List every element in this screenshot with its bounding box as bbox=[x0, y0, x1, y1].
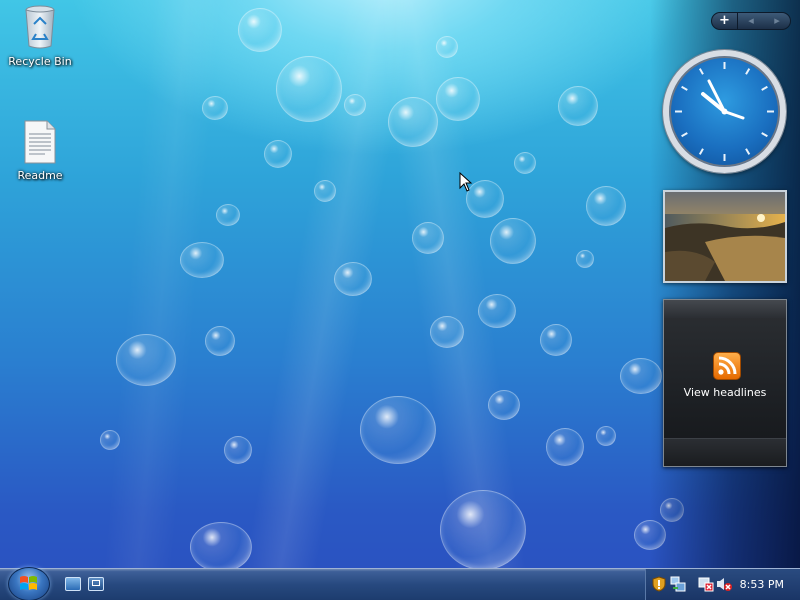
desktop-icon-label: Recycle Bin bbox=[8, 55, 72, 68]
mouse-pointer-icon bbox=[459, 171, 473, 196]
view-headlines-link[interactable]: View headlines bbox=[664, 386, 786, 399]
switch-windows-icon[interactable] bbox=[88, 577, 104, 591]
clock-face bbox=[675, 62, 774, 161]
desktop-icon-readme[interactable]: Readme bbox=[5, 120, 75, 182]
slide-show-gadget[interactable] bbox=[663, 190, 787, 283]
show-desktop-icon[interactable] bbox=[65, 577, 81, 591]
previous-gadget-page-button[interactable]: ◂ bbox=[738, 13, 764, 29]
add-gadget-button[interactable]: + bbox=[712, 13, 738, 29]
feed-headlines-gadget[interactable]: View headlines bbox=[663, 299, 787, 467]
desktop-icon-label: Readme bbox=[17, 169, 63, 182]
volume-muted-icon[interactable] bbox=[716, 576, 732, 596]
rss-feed-icon bbox=[713, 352, 741, 380]
next-gadget-page-button[interactable]: ▸ bbox=[764, 13, 790, 29]
slideshow-photo bbox=[665, 192, 785, 281]
taskbar-clock[interactable]: 8:53 PM bbox=[740, 578, 784, 591]
network-icon[interactable] bbox=[670, 576, 686, 596]
text-document-icon bbox=[5, 120, 75, 167]
recycle-bin-icon bbox=[5, 4, 75, 53]
desktop-icon-recycle-bin[interactable]: Recycle Bin bbox=[5, 4, 75, 68]
power-icon[interactable] bbox=[698, 576, 714, 596]
notification-area: 8:53 PM bbox=[645, 569, 800, 600]
windows-logo-icon bbox=[20, 576, 37, 590]
security-shield-icon[interactable] bbox=[652, 576, 666, 596]
start-button[interactable] bbox=[8, 567, 50, 600]
clock-gadget[interactable] bbox=[663, 50, 786, 173]
sidebar-controls: + ◂ ▸ bbox=[711, 12, 791, 30]
